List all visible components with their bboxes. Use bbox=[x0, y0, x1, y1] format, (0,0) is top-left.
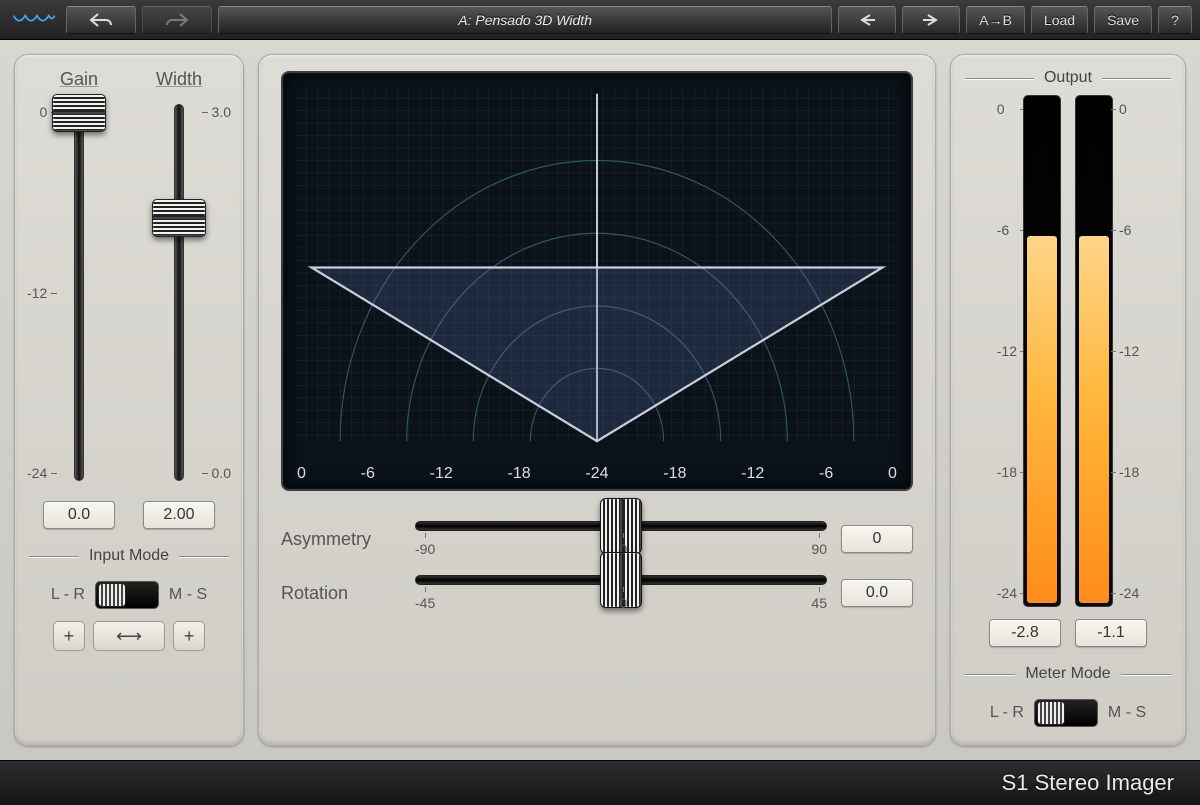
input-mode-title: Input Mode bbox=[87, 547, 171, 565]
gain-label: Gain bbox=[60, 69, 98, 90]
channel-swap-button[interactable]: ⟷ bbox=[93, 621, 165, 651]
right-panel: Output 0-6-12-18-24 0-6-12-18-24 bbox=[950, 54, 1186, 746]
output-peak-left[interactable]: -2.8 bbox=[989, 619, 1061, 647]
help-button[interactable]: ? bbox=[1158, 6, 1192, 34]
meter-scale-right: 0-6-12-18-24 bbox=[1119, 95, 1139, 607]
input-mode-lr-label: L - R bbox=[51, 586, 85, 604]
gain-fader[interactable] bbox=[74, 104, 84, 481]
gain-scale: 0 -12 -24 bbox=[27, 104, 47, 481]
input-mode-toggle[interactable] bbox=[95, 581, 159, 609]
arrow-left-icon bbox=[857, 13, 877, 27]
width-column: Width 3.0 0.0 bbox=[129, 69, 229, 489]
meter-mode-ms-label: M - S bbox=[1108, 704, 1146, 722]
gain-fader-cap[interactable] bbox=[52, 94, 106, 132]
arrow-right-icon bbox=[921, 13, 941, 27]
width-value[interactable]: 2.00 bbox=[143, 501, 215, 529]
input-mode-ms-label: M - S bbox=[169, 586, 207, 604]
gain-column: Gain 0 -12 -24 bbox=[29, 69, 129, 489]
meter-mode-toggle[interactable] bbox=[1034, 699, 1098, 727]
asymmetry-value[interactable]: 0 bbox=[841, 525, 913, 553]
rotation-slider[interactable] bbox=[415, 575, 827, 585]
toolbar: A: Pensado 3D Width A→B Load Save ? bbox=[0, 0, 1200, 40]
meter-left-fill bbox=[1027, 236, 1057, 603]
left-panel: Gain 0 -12 -24 Width bbox=[14, 54, 244, 746]
rotation-label: Rotation bbox=[281, 583, 401, 604]
gain-value[interactable]: 0.0 bbox=[43, 501, 115, 529]
output-meter-left bbox=[1023, 95, 1061, 607]
plugin-name: S1 Stereo Imager bbox=[1002, 770, 1174, 796]
width-fader[interactable] bbox=[174, 104, 184, 481]
output-meter-right bbox=[1075, 95, 1113, 607]
redo-icon bbox=[164, 12, 190, 28]
meter-right-fill bbox=[1079, 236, 1109, 603]
width-scale: 3.0 0.0 bbox=[212, 104, 231, 481]
plugin-body: Gain 0 -12 -24 Width bbox=[0, 40, 1200, 760]
waves-logo bbox=[8, 6, 60, 34]
redo-button[interactable] bbox=[142, 6, 212, 34]
rotation-value[interactable]: 0.0 bbox=[841, 579, 913, 607]
polarity-right-button[interactable]: + bbox=[173, 621, 206, 651]
undo-button[interactable] bbox=[66, 6, 136, 34]
width-fader-cap[interactable] bbox=[152, 199, 206, 237]
meter-mode-title: Meter Mode bbox=[1023, 665, 1112, 683]
meter-scale-left: 0-6-12-18-24 bbox=[997, 95, 1017, 607]
preset-selector[interactable]: A: Pensado 3D Width bbox=[218, 6, 832, 34]
save-button[interactable]: Save bbox=[1094, 6, 1152, 34]
ab-compare-button[interactable]: A→B bbox=[966, 6, 1025, 34]
vectorscope-display: 0-6-12-18-24-18-12-60 bbox=[281, 71, 913, 491]
meter-mode-lr-label: L - R bbox=[990, 704, 1024, 722]
plugin-footer: S1 Stereo Imager bbox=[0, 760, 1200, 805]
center-panel: 0-6-12-18-24-18-12-60 Asymmetry -90090 0… bbox=[258, 54, 936, 746]
asymmetry-slider[interactable] bbox=[415, 521, 827, 531]
next-preset-button[interactable] bbox=[902, 6, 960, 34]
load-button[interactable]: Load bbox=[1031, 6, 1088, 34]
output-peak-right[interactable]: -1.1 bbox=[1075, 619, 1147, 647]
rotation-row: Rotation -45045 0.0 bbox=[281, 575, 913, 611]
asymmetry-row: Asymmetry -90090 0 bbox=[281, 521, 913, 557]
width-label: Width bbox=[156, 69, 202, 90]
asymmetry-label: Asymmetry bbox=[281, 529, 401, 550]
output-meters: 0-6-12-18-24 0-6-12-18-24 bbox=[965, 95, 1171, 607]
output-title: Output bbox=[1042, 69, 1094, 87]
undo-icon bbox=[88, 12, 114, 28]
polarity-left-button[interactable]: + bbox=[53, 621, 86, 651]
rotation-scale: -45045 bbox=[415, 595, 827, 611]
prev-preset-button[interactable] bbox=[838, 6, 896, 34]
